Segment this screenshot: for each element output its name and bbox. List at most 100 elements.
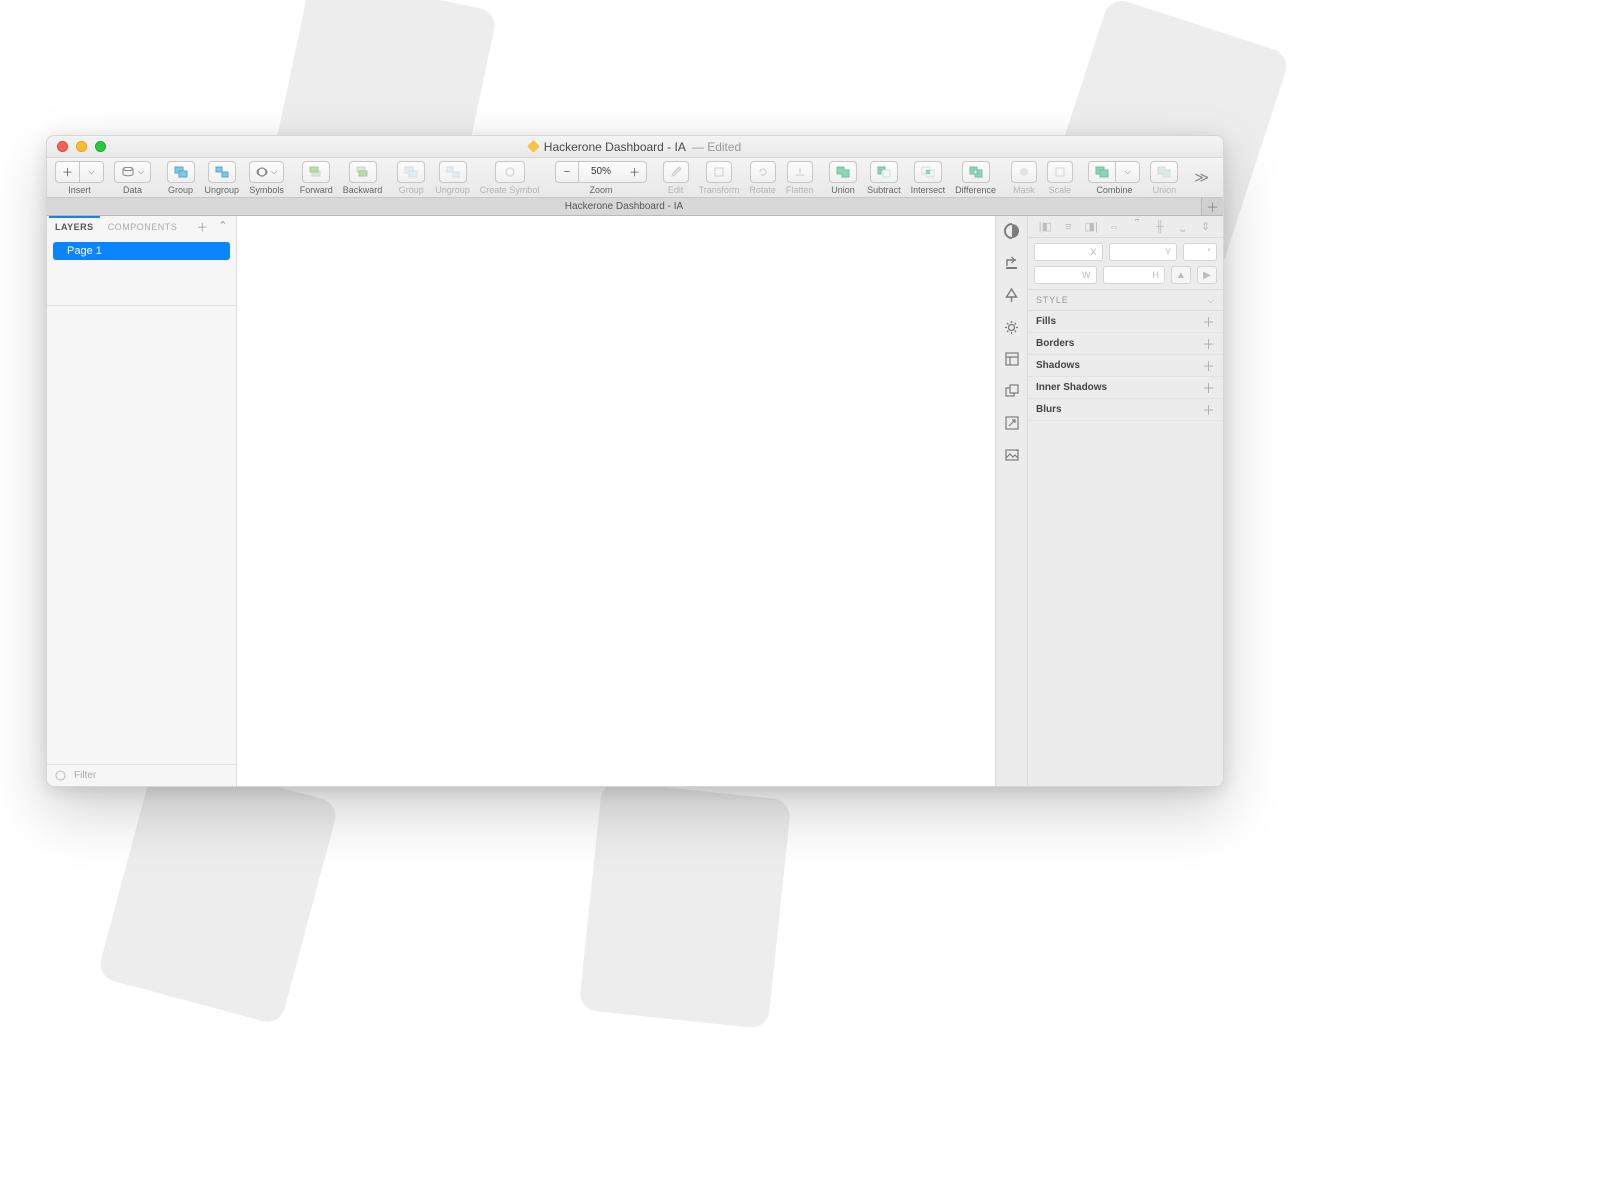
- add-inner-shadow-button[interactable]: ＋: [1202, 378, 1215, 397]
- toolbar: ＋ ⌵ Insert ⌵ Data Group: [47, 158, 1223, 198]
- bool-difference-button[interactable]: [962, 161, 990, 183]
- document-tab[interactable]: Hackerone Dashboard - IA: [47, 198, 1201, 215]
- rotate-button: [750, 161, 776, 183]
- forward-label: Forward: [300, 185, 333, 195]
- symbols-button[interactable]: ⌵: [249, 161, 284, 183]
- angle-field[interactable]: °: [1183, 243, 1217, 261]
- borders-row[interactable]: Borders ＋: [1028, 333, 1223, 355]
- add-tab-button[interactable]: ＋: [1201, 198, 1223, 215]
- scale-label: Scale: [1049, 185, 1072, 195]
- shadows-row[interactable]: Shadows ＋: [1028, 355, 1223, 377]
- ungroup-label: Ungroup: [205, 185, 240, 195]
- filter-row[interactable]: Filter: [47, 764, 236, 786]
- combine-dropdown[interactable]: ⌵: [1116, 161, 1140, 183]
- edit-label: Edit: [668, 185, 684, 195]
- prototype-icon[interactable]: [1003, 286, 1021, 304]
- ungroup2-button: [439, 161, 467, 183]
- group2-button: [397, 161, 425, 183]
- mask-label: Mask: [1013, 185, 1035, 195]
- add-blur-button[interactable]: ＋: [1202, 400, 1215, 419]
- zoom-value[interactable]: 50%: [579, 161, 623, 183]
- style-label: STYLE: [1036, 295, 1069, 305]
- distribute-v-icon[interactable]: ⇕: [1199, 220, 1213, 233]
- mask-button: [1011, 161, 1037, 183]
- x-field[interactable]: X: [1034, 243, 1103, 261]
- distribute-h-icon[interactable]: ⇔: [1107, 221, 1121, 233]
- add-page-button[interactable]: ＋: [197, 219, 209, 235]
- ungroup-button[interactable]: [208, 161, 236, 183]
- combine-button[interactable]: [1088, 161, 1116, 183]
- image-icon[interactable]: +: [1003, 446, 1021, 464]
- svg-text:+: +: [1016, 449, 1019, 455]
- app-body: LAYERS COMPONENTS ＋ ⌃ Page 1 Filter: [47, 216, 1223, 786]
- app-window: Hackerone Dashboard - IA — Edited ＋ ⌵ In…: [46, 135, 1224, 787]
- edit-button: [663, 161, 689, 183]
- layout-icon[interactable]: [1003, 350, 1021, 368]
- gear-icon[interactable]: [1003, 318, 1021, 336]
- group-button[interactable]: [167, 161, 195, 183]
- align-hcenter-icon[interactable]: ≡: [1061, 221, 1075, 233]
- fills-label: Fills: [1036, 316, 1056, 327]
- bool-union-label: Union: [831, 185, 855, 195]
- flatten-label: Flatten: [786, 185, 814, 195]
- components-tab[interactable]: COMPONENTS: [108, 222, 178, 232]
- combine-label: Combine: [1096, 185, 1132, 195]
- blurs-label: Blurs: [1036, 404, 1062, 415]
- layers-tab[interactable]: LAYERS: [55, 222, 94, 232]
- filter-label: Filter: [74, 770, 96, 781]
- bool-union-button[interactable]: [829, 161, 857, 183]
- bool-difference-label: Difference: [955, 185, 996, 195]
- left-panel: LAYERS COMPONENTS ＋ ⌃ Page 1 Filter: [47, 216, 237, 786]
- blurs-row[interactable]: Blurs ＋: [1028, 399, 1223, 421]
- align-right-icon[interactable]: ◨|: [1084, 220, 1098, 233]
- add-shadow-button[interactable]: ＋: [1202, 356, 1215, 375]
- flip-v-button[interactable]: ▶: [1197, 266, 1217, 284]
- document-tab-label: Hackerone Dashboard - IA: [565, 201, 683, 212]
- create-symbol-button: [495, 161, 525, 183]
- style-section-header[interactable]: STYLE ⌵: [1028, 289, 1223, 311]
- canvas[interactable]: [237, 216, 995, 786]
- sketch-file-icon: [527, 140, 540, 153]
- y-field[interactable]: Y: [1109, 243, 1178, 261]
- zoom-in-button[interactable]: ＋: [623, 161, 647, 183]
- group-label: Group: [168, 185, 193, 195]
- craft-icon[interactable]: [1003, 222, 1021, 240]
- backward-label: Backward: [343, 185, 383, 195]
- toolbar-overflow-button[interactable]: ≫: [1188, 169, 1215, 186]
- collapse-pages-button[interactable]: ⌃: [218, 219, 228, 235]
- zoom-label: Zoom: [589, 185, 612, 195]
- arrow-icon[interactable]: [1003, 414, 1021, 432]
- insert-button[interactable]: ＋: [55, 161, 80, 183]
- duplicate-icon[interactable]: [1003, 382, 1021, 400]
- forward-button[interactable]: [302, 161, 330, 183]
- borders-label: Borders: [1036, 338, 1074, 349]
- scale-button: [1047, 161, 1073, 183]
- window-title-text: Hackerone Dashboard - IA: [544, 140, 686, 154]
- bool-subtract-button[interactable]: [870, 161, 898, 183]
- align-left-icon[interactable]: |◧: [1038, 220, 1052, 233]
- sync-icon[interactable]: [1003, 254, 1021, 272]
- window-title: Hackerone Dashboard - IA — Edited: [47, 140, 1223, 154]
- insert-dropdown[interactable]: ⌵: [80, 161, 104, 183]
- align-top-icon[interactable]: ⎴: [1130, 220, 1144, 233]
- data-button[interactable]: ⌵: [114, 161, 151, 183]
- transform-button: [706, 161, 732, 183]
- union2-label: Union: [1153, 185, 1177, 195]
- add-fill-button[interactable]: ＋: [1202, 312, 1215, 331]
- zoom-out-button[interactable]: −: [555, 161, 579, 183]
- rotate-label: Rotate: [749, 185, 776, 195]
- union2-button: [1150, 161, 1178, 183]
- align-bottom-icon[interactable]: ⎵: [1176, 220, 1190, 233]
- backward-button[interactable]: [349, 161, 377, 183]
- bool-intersect-button[interactable]: [914, 161, 942, 183]
- h-field[interactable]: H: [1103, 266, 1166, 284]
- left-panel-tabs: LAYERS COMPONENTS ＋ ⌃: [47, 216, 236, 238]
- fills-row[interactable]: Fills ＋: [1028, 311, 1223, 333]
- w-field[interactable]: W: [1034, 266, 1097, 284]
- create-symbol-label: Create Symbol: [480, 185, 540, 195]
- flip-h-button[interactable]: ▲: [1171, 266, 1191, 284]
- page-item[interactable]: Page 1: [53, 242, 230, 260]
- add-border-button[interactable]: ＋: [1202, 334, 1215, 353]
- inner-shadows-row[interactable]: Inner Shadows ＋: [1028, 377, 1223, 399]
- align-vcenter-icon[interactable]: ╫: [1153, 221, 1167, 233]
